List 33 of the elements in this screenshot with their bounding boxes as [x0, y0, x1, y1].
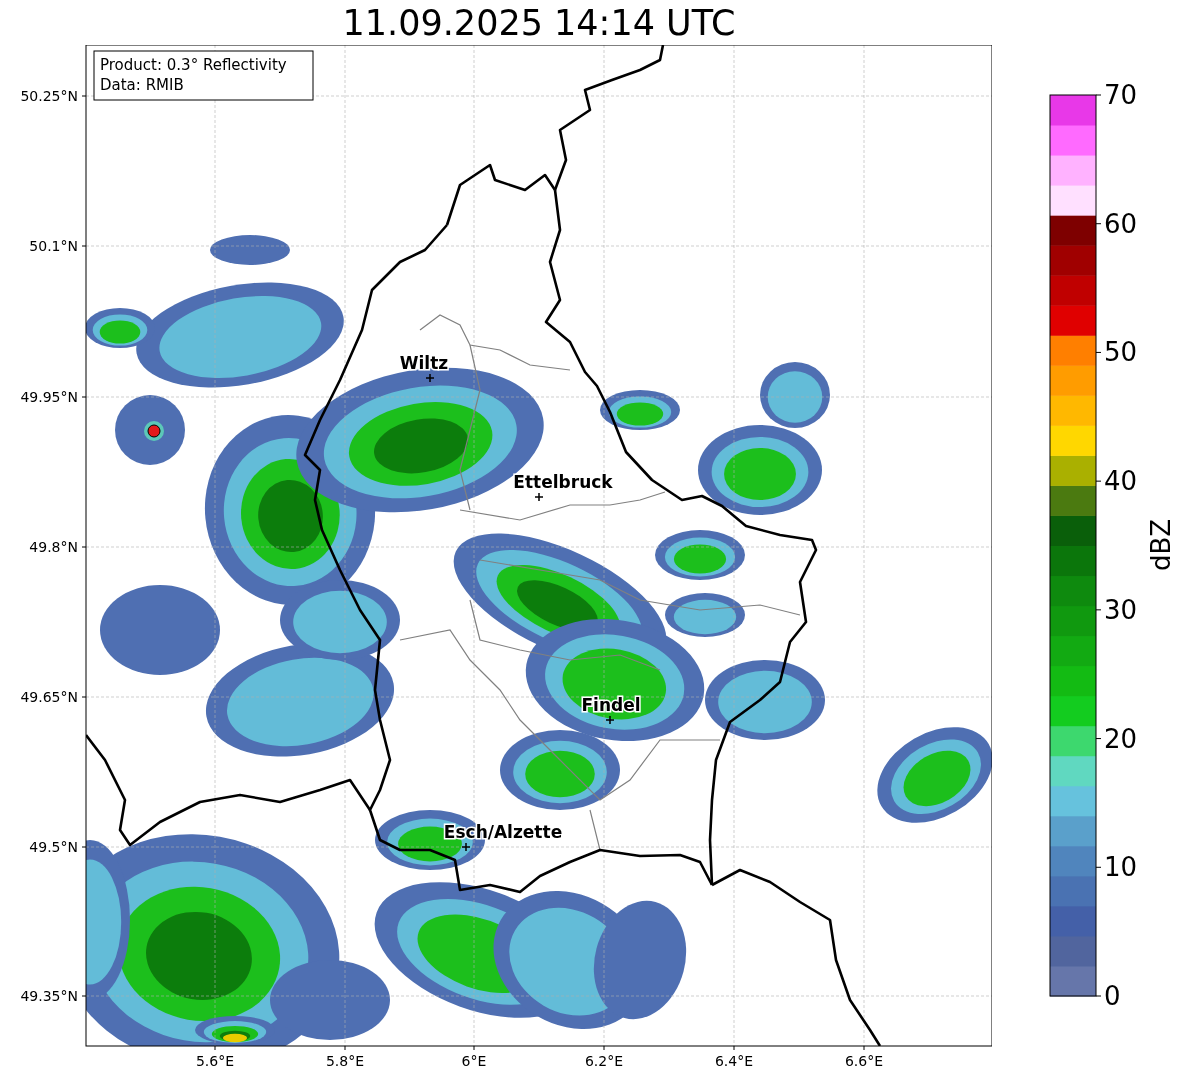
axis-tick-label: 49.95°N	[20, 389, 78, 405]
chart-title: 11.09.2025 14:14 UTC	[342, 2, 736, 43]
axis-tick-label: 5.8°E	[325, 1053, 365, 1069]
axis-tick-label: 6°E	[461, 1053, 487, 1069]
colorbar-tick-label: 0	[1104, 981, 1121, 1011]
colorbar-tick-label: 50	[1104, 337, 1138, 368]
city-label: Ettelbruck	[513, 472, 613, 492]
axis-tick-label: 50.25°N	[20, 88, 78, 104]
axis-tick-label: 6.4°E	[714, 1053, 754, 1069]
axis-tick-label: 49.5°N	[29, 839, 78, 855]
axis-tick-label: 5.6°E	[195, 1053, 235, 1069]
city-marker-icon	[534, 492, 544, 502]
colorbar-label: dBZ	[1146, 518, 1176, 572]
axis-tick-label: 6.6°E	[844, 1053, 884, 1069]
axis-tick-label: 49.65°N	[20, 689, 78, 705]
city-marker-icon	[461, 842, 471, 852]
colorbar-tick-label: 10	[1104, 852, 1138, 883]
info-text: Product: 0.3° Reflectivity	[100, 56, 287, 74]
city-marker-icon	[425, 373, 435, 383]
colorbar-tick-label: 30	[1104, 594, 1138, 625]
axis-tick-label: 49.35°N	[20, 988, 78, 1004]
colorbar-tick-label: 40	[1104, 466, 1138, 497]
colorbar-tick-label: 20	[1104, 723, 1138, 754]
colorbar-tick-label: 70	[1104, 80, 1138, 110]
axis-tick-label: 49.8°N	[29, 539, 78, 555]
axis-tick-label: 6.2°E	[584, 1053, 624, 1069]
city-label: Wiltz	[399, 353, 449, 373]
radar-site-icon	[144, 421, 164, 441]
city-label: Findel	[581, 695, 641, 715]
colorbar-tick-label: 60	[1104, 208, 1138, 239]
axis-tick-label: 50.1°N	[29, 238, 78, 254]
info-text: Data: RMIB	[100, 76, 184, 94]
city-marker-icon	[605, 715, 615, 725]
